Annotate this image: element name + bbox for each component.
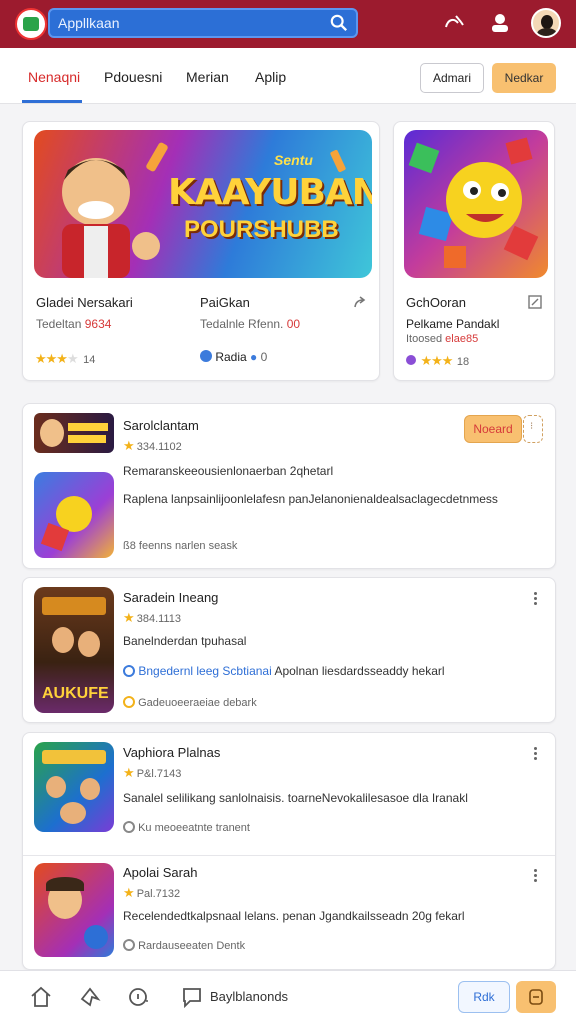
featured-card-left[interactable]: Sentu KAAYUBAN POURSHUBB Gladei Nersakar…	[22, 121, 380, 381]
more-options-icon[interactable]: ⁝	[523, 415, 543, 443]
search-input[interactable]	[58, 13, 318, 33]
featured-left-sub-2: Tedalnle Rfenn. 00	[200, 317, 301, 331]
profile-avatar[interactable]	[531, 8, 561, 38]
game-thumbnail	[34, 742, 114, 832]
banner-title: KAAYUBAN	[168, 172, 372, 213]
bookmark-button[interactable]	[516, 981, 556, 1013]
game-thumbnail	[34, 472, 114, 558]
divider	[23, 855, 555, 856]
rating-stars: ★★★★ 14	[35, 351, 96, 366]
list-item-desc1: Sanalel selilikang sanlolnaisis. toarneN…	[123, 791, 468, 805]
banner-subtitle: POURSHUBB	[184, 216, 339, 243]
edit-icon[interactable]	[528, 295, 542, 309]
tab-2[interactable]: Merian	[186, 69, 229, 85]
list-item-rating: ★ P&l.7143	[123, 765, 182, 780]
list-item-desc1: Recelendedtkalpsnaal lelans. penan Jgand…	[123, 909, 465, 923]
featured-right-sub2: Itoosed elae85	[406, 333, 479, 345]
primary-button[interactable]: Nedkar	[492, 63, 556, 93]
bottom-action-button[interactable]: Rdk	[458, 981, 510, 1013]
more-options-icon[interactable]	[532, 745, 538, 763]
featured-right-title: GchOoran	[406, 295, 466, 310]
tab-1[interactable]: Pdouesni	[104, 69, 162, 85]
featured-banner[interactable]: Sentu KAAYUBAN POURSHUBB	[34, 130, 372, 278]
puzzle-character-illustration	[408, 137, 539, 268]
active-tab-indicator	[22, 100, 82, 103]
bottom-bar-label: Baylblanonds	[210, 989, 289, 1004]
featured-left-title-1: Gladei Nersakari	[36, 295, 133, 310]
list-item-rating: ★ 334.1102	[123, 438, 182, 453]
list-group: Vaphiora Plalnas ★ P&l.7143 Sanalel seli…	[22, 732, 556, 970]
list-item-rating: ★ Pal.7132	[123, 885, 181, 900]
status-icon	[123, 821, 135, 833]
game-thumbnail: AUKUFE	[34, 587, 114, 713]
list-item-desc1: Banelnderdan tpuhasal	[123, 634, 247, 648]
tab-3[interactable]: Aplip	[255, 69, 286, 85]
banner-tag: Sentu	[274, 152, 313, 168]
puzzle-game-banner[interactable]	[404, 130, 548, 278]
list-item-title: Sarolclantam	[123, 418, 199, 433]
bookmark-icon	[529, 989, 543, 1005]
rating-stars: ★★★ 18	[406, 352, 469, 370]
user-icon[interactable]	[487, 10, 513, 36]
radio-icon	[200, 350, 212, 362]
home-icon[interactable]	[29, 985, 53, 1009]
list-item-footer: ß8 feenns narlen seask	[123, 540, 238, 552]
install-button[interactable]: Noeard	[464, 415, 522, 443]
list-item-title: Apolai Sarah	[123, 865, 198, 880]
tab-bar: Nenaqni Pdouesni Merian Aplip	[0, 48, 576, 104]
chat-icon[interactable]	[180, 985, 204, 1009]
featured-right-sub1: Pelkame Pandakl	[406, 317, 500, 331]
list-item-rating: ★ 384.1113	[123, 610, 181, 625]
share-arrow-icon[interactable]	[352, 294, 368, 310]
search-icon[interactable]	[330, 14, 348, 32]
list-item[interactable]: Sarolclantam ★ 334.1102 Noeard ⁝ Remaran…	[22, 403, 556, 569]
tab-0[interactable]: Nenaqni	[28, 69, 80, 85]
game-thumbnail	[34, 863, 114, 957]
app-logo-icon[interactable]	[15, 8, 47, 40]
navigate-icon[interactable]	[78, 985, 102, 1009]
list-item[interactable]: AUKUFE Saradein Ineang ★ 384.1113 Baneln…	[22, 577, 556, 723]
admin-button[interactable]: Admari	[420, 63, 484, 93]
featured-left-sub-1: Tedeltan 9634	[36, 317, 112, 331]
status-icon	[123, 939, 135, 951]
list-item-footer: Ku meoeeatnte tranent	[123, 821, 250, 834]
game-thumbnail-small	[34, 413, 114, 453]
search-bar[interactable]	[48, 8, 358, 38]
featured-left-title-2: PaiGkan	[200, 295, 250, 310]
bottom-bar: Baylblanonds Rdk	[0, 970, 576, 1024]
more-options-icon[interactable]	[532, 867, 538, 885]
featured-left-meta: Radia ● 0	[200, 350, 267, 364]
list-item-footer: Rardauseeaten Dentk	[123, 939, 245, 952]
info-icon[interactable]	[127, 985, 151, 1009]
status-icon	[123, 696, 135, 708]
more-options-icon[interactable]	[532, 590, 538, 608]
share-icon[interactable]	[441, 10, 467, 36]
list-item-title: Vaphiora Plalnas	[123, 745, 221, 760]
list-item-footer: Gadeuoeeraeiae debark	[123, 696, 257, 709]
list-item-desc1: Remaranskeeousienlonaerban 2qhetarl	[123, 464, 334, 478]
list-item-desc2: Raplena lanpsainlijoonlelafesn panJelano…	[123, 492, 498, 506]
top-bar	[0, 0, 576, 48]
clock-icon	[123, 665, 135, 677]
featured-card-right[interactable]: GchOoran Pelkame Pandakl Itoosed elae85 …	[393, 121, 555, 381]
list-item-desc2: Bngedernl leeg Scbtianai Apolnan liesdar…	[123, 664, 445, 678]
list-item-title: Saradein Ineang	[123, 590, 219, 605]
